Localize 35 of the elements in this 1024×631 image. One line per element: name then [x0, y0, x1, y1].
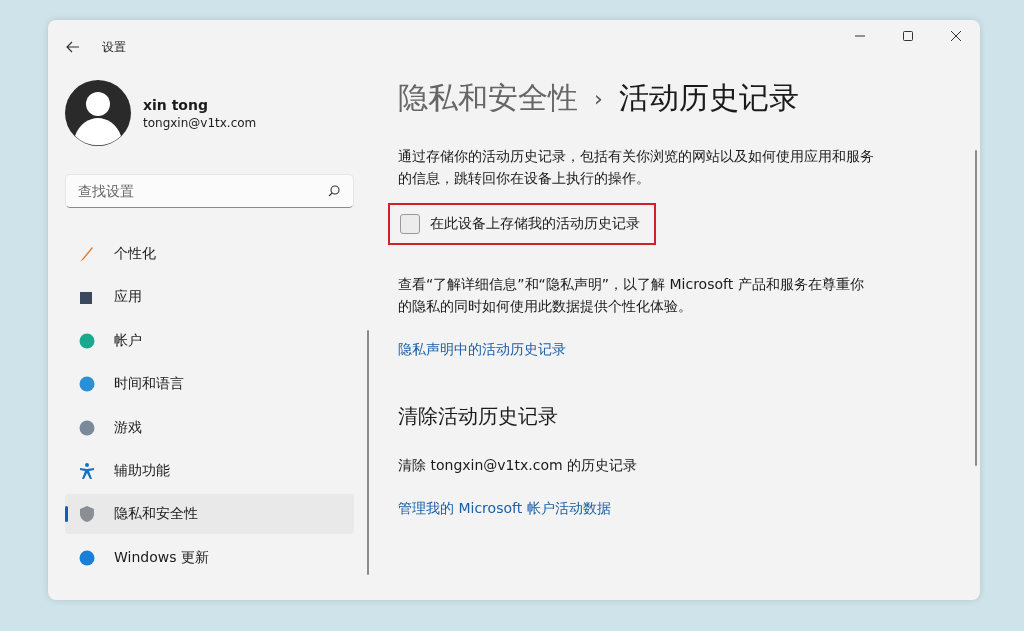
- category-icon: [78, 375, 96, 394]
- window-title: 设置: [102, 38, 126, 56]
- breadcrumb-parent[interactable]: 隐私和安全性: [398, 78, 578, 119]
- manage-link[interactable]: 管理我的 Microsoft 帐户活动数据: [398, 500, 611, 518]
- maximize-icon[interactable]: [902, 30, 914, 42]
- sidebar-item[interactable]: 辅助功能: [65, 450, 354, 491]
- close-icon[interactable]: [950, 30, 962, 42]
- info-text: 查看“了解详细信息”和“隐私声明”，以了解 Microsoft 产品和服务在尊重你的隐私的同时如何使用此数据提供个性化体验。: [398, 275, 865, 316]
- sidebar-item[interactable]: 个性化: [65, 234, 354, 274]
- category-icon: [78, 418, 96, 437]
- category-icon: [78, 548, 96, 567]
- description-text: 通过存储你的活动历史记录，包括有关你浏览的网站以及如何使用应用和服务的信息，跳转回你在设备上执行的操作。: [398, 147, 875, 188]
- avatar-silhouette: [65, 80, 131, 146]
- sidebar-item[interactable]: 隐私和安全性: [65, 494, 354, 535]
- category-icon: [78, 245, 96, 263]
- search-icon: [328, 185, 340, 197]
- breadcrumb-separator: ›: [594, 86, 603, 111]
- sidebar-item[interactable]: 游戏: [65, 407, 354, 448]
- privacy-link[interactable]: 隐私声明中的活动历史记录: [398, 341, 566, 359]
- sidebar-item[interactable]: 应用: [65, 277, 354, 318]
- clear-text: 清除 tongxin@v1tx.com 的历史记录: [398, 456, 639, 475]
- checkbox[interactable]: [400, 214, 420, 234]
- page-title: 活动历史记录: [618, 79, 799, 117]
- sidebar-item[interactable]: 帐户: [65, 320, 354, 361]
- back-arrow-icon[interactable]: [66, 41, 80, 53]
- user-name: xin tong: [143, 96, 209, 113]
- sidebar-item[interactable]: 时间和语言: [65, 364, 354, 405]
- sidebar-item[interactable]: Windows 更新: [65, 537, 354, 578]
- user-email: tongxin@v1tx.com: [143, 115, 257, 130]
- category-icon: [78, 331, 96, 350]
- search-field[interactable]: 查找设置: [65, 174, 354, 208]
- category-icon: [78, 505, 96, 524]
- section-heading: 清除活动历史记录: [398, 403, 559, 430]
- category-icon: [78, 461, 96, 480]
- checkbox-label: 在此设备上存储我的活动历史记录: [430, 215, 640, 233]
